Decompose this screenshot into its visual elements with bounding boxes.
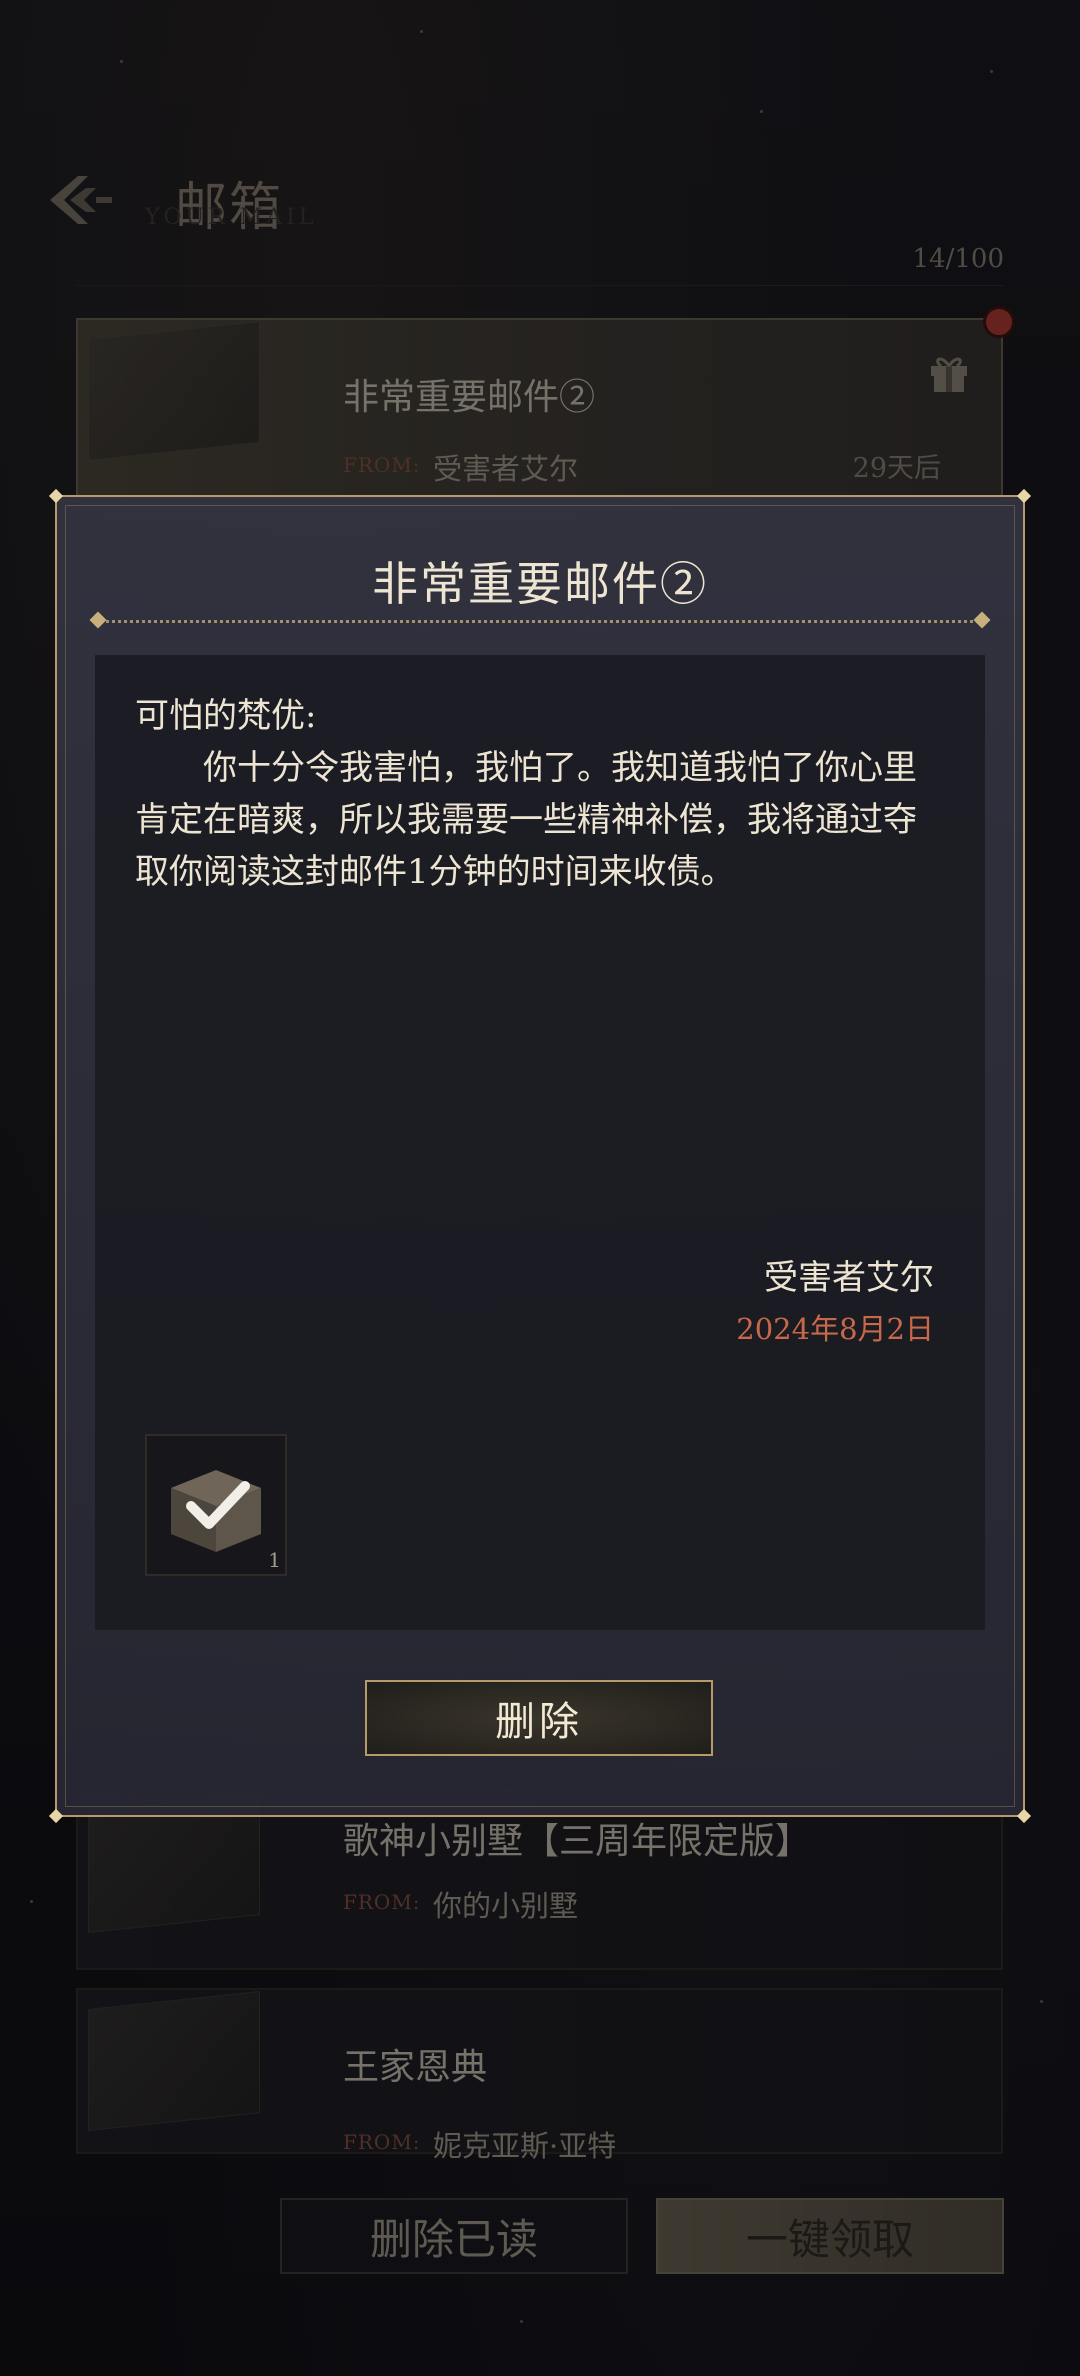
item-quantity: 1 [268, 1548, 281, 1572]
letter-date: 2024年8月2日 [736, 1312, 934, 1346]
title-divider [95, 620, 985, 623]
delete-mail-button[interactable]: 删除 [365, 1680, 713, 1756]
claimed-box-icon [171, 1470, 261, 1552]
dialog-title: 非常重要邮件② [372, 557, 708, 611]
letter-body: 你十分令我害怕，我怕了。我知道我怕了你心里肯定在暗爽，所以我需要一些精神补偿，我… [135, 748, 917, 892]
attachment-item[interactable]: 1 [145, 1434, 287, 1576]
letter-signature: 受害者艾尔 [764, 1258, 934, 1298]
letter-greeting: 可怕的梵优: [135, 696, 317, 736]
